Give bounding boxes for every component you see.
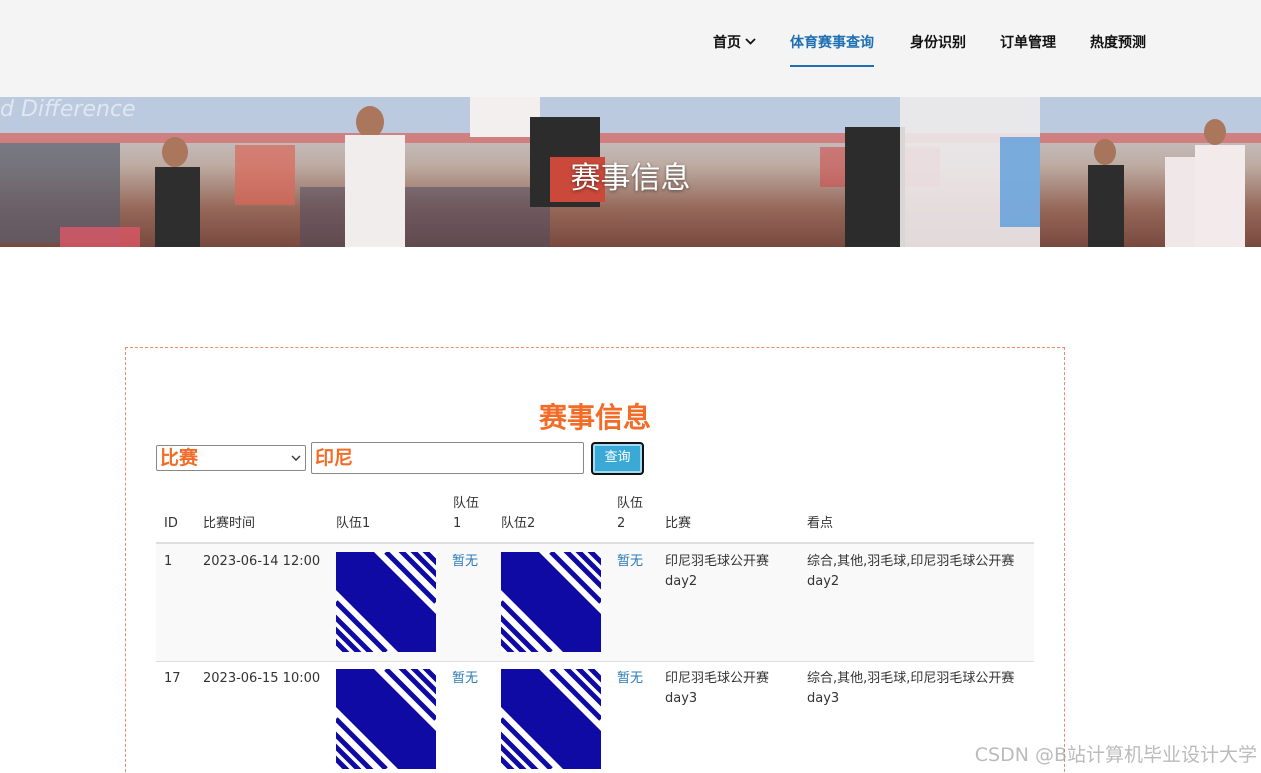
query-button[interactable]: 查询 [591, 442, 644, 475]
nav-item-orders[interactable]: 订单管理 [1000, 32, 1056, 52]
nav-item-sports-query-label: 体育赛事查询 [790, 35, 874, 51]
row-team1-name[interactable]: 暂无 [452, 552, 478, 572]
search-field-select-value: 比赛 [160, 447, 199, 469]
col-header-team1-name: 队伍 1 [453, 496, 480, 531]
hero-banner: d Difference 赛事信息 [0, 97, 1261, 247]
team-logo-icon[interactable] [501, 669, 601, 769]
col-header-team2-name: 队伍 2 [617, 496, 644, 531]
chevron-down-icon [745, 33, 756, 49]
nav-item-identity-label: 身份识别 [910, 35, 966, 51]
col-header-match: 比赛 [665, 516, 692, 531]
panel-title: 赛事信息 [538, 401, 651, 434]
watermark-text: CSDN @B站计算机毕业设计大学 [974, 744, 1257, 766]
search-input[interactable]: 印尼 [311, 442, 584, 474]
nav-item-home-label: 首页 [713, 35, 741, 51]
col-header-id: ID [164, 516, 178, 531]
match-info-panel: 赛事信息 比赛 印尼 查询 ID 比赛时间 队伍1 队伍 1 队伍2 队伍 2 … [125, 347, 1065, 773]
row-time: 2023-06-15 10:00 [203, 671, 321, 686]
nav-item-sports-query[interactable]: 体育赛事查询 [790, 32, 874, 67]
col-header-team2: 队伍2 [501, 516, 536, 531]
nav-item-orders-label: 订单管理 [1000, 35, 1056, 51]
table-row[interactable]: 1 2023-06-14 12:00 暂无 暂无 印尼羽毛球公开赛day2 综合… [156, 544, 1034, 661]
row-match: 印尼羽毛球公开赛day2 [665, 554, 770, 589]
row-team1-name[interactable]: 暂无 [452, 669, 478, 689]
col-header-team1: 队伍1 [336, 516, 371, 531]
row-highlights: 综合,其他,羽毛球,印尼羽毛球公开赛day3 [807, 671, 1015, 706]
nav-item-heat-forecast-label: 热度预测 [1090, 35, 1146, 51]
row-team2-name[interactable]: 暂无 [617, 669, 643, 689]
banner-title: 赛事信息 [570, 161, 691, 196]
nav-item-heat-forecast[interactable]: 热度预测 [1090, 32, 1146, 52]
row-time: 2023-06-14 12:00 [203, 554, 321, 569]
chevron-down-icon [291, 446, 301, 478]
team-logo-icon[interactable] [501, 552, 601, 652]
team-logo-icon[interactable] [336, 669, 436, 769]
row-id: 17 [164, 671, 181, 686]
row-match: 印尼羽毛球公开赛day3 [665, 671, 770, 706]
col-header-time: 比赛时间 [203, 516, 256, 531]
nav-item-home[interactable]: 首页 [713, 32, 756, 52]
col-header-highlights: 看点 [807, 516, 834, 531]
search-field-select[interactable]: 比赛 [156, 445, 306, 471]
top-navbar: 首页 体育赛事查询 身份识别 订单管理 热度预测 [0, 0, 1261, 97]
row-team2-name[interactable]: 暂无 [617, 552, 643, 572]
banner-sign-text: d Difference [0, 97, 136, 122]
table-row[interactable]: 17 2023-06-15 10:00 暂无 暂无 印尼羽毛球公开赛day3 综… [156, 662, 1034, 773]
row-highlights: 综合,其他,羽毛球,印尼羽毛球公开赛day2 [807, 554, 1015, 589]
row-id: 1 [164, 554, 173, 569]
nav-item-identity[interactable]: 身份识别 [910, 32, 966, 52]
team-logo-icon[interactable] [336, 552, 436, 652]
